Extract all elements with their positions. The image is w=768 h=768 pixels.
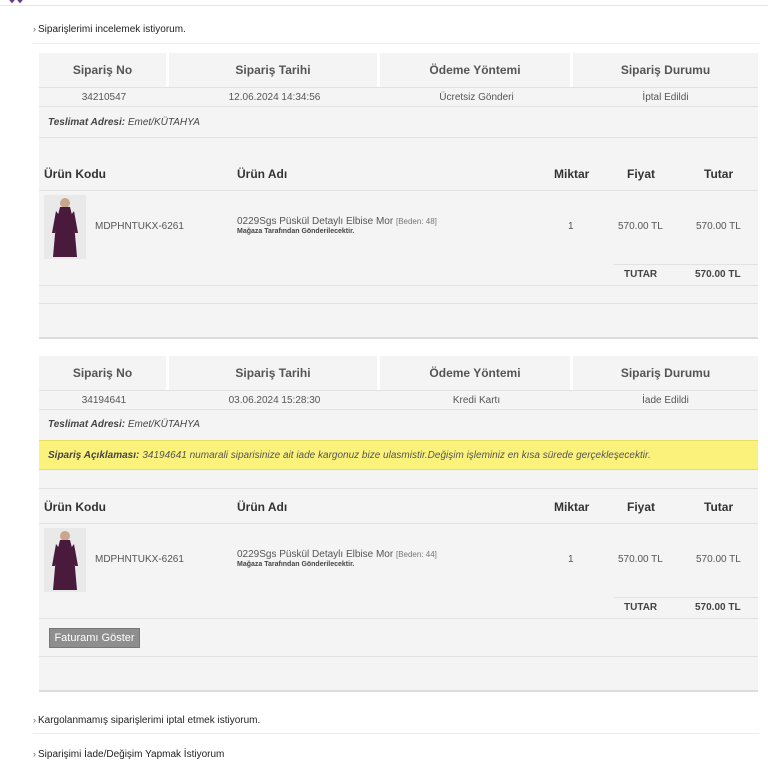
divider <box>39 303 758 304</box>
product-name-header: Ürün Adı <box>237 500 288 514</box>
divider <box>614 264 758 265</box>
order-no-header: Sipariş No <box>39 356 169 390</box>
faq-cancel-unshipped[interactable]: › Kargolanmamış siparişlerimi iptal etmek… <box>33 715 260 726</box>
order-values-row: 34210547 12.06.2024 14:34:56 Ücretsiz Gö… <box>39 87 758 107</box>
note-label: Sipariş Açıklaması: <box>48 449 140 461</box>
order-no-header: Sipariş No <box>39 53 169 87</box>
faq-view-orders[interactable]: › Siparişlerimi incelemek istiyorum. <box>33 24 186 35</box>
address-label: Teslimat Adresi: <box>48 419 126 430</box>
product-code: MDPHNTUKX-6261 <box>95 221 184 232</box>
product-price: 570.00 TL <box>618 221 663 232</box>
payment-header: Ödeme Yöntemi <box>380 356 573 390</box>
product-qty: 1 <box>568 221 574 232</box>
order-no: 34210547 <box>81 91 127 103</box>
payment-header: Ödeme Yöntemi <box>380 53 573 87</box>
faq-label: Siparişimi İade/Değişim Yapmak İstiyorum <box>38 749 225 760</box>
divider <box>39 523 758 524</box>
divider <box>614 597 758 598</box>
faq-label: Kargolanmamış siparişlerimi iptal etmek … <box>38 715 261 726</box>
total-header: Tutar <box>704 167 734 181</box>
status-header: Sipariş Durumu <box>620 63 711 77</box>
brand-logo-icon[interactable] <box>4 0 28 4</box>
grand-total: 570.00 TL <box>695 602 741 613</box>
product-total: 570.00 TL <box>696 554 741 565</box>
dress-product-image[interactable] <box>44 528 86 592</box>
note-text: 34194641 numarali siparisinize ait iade … <box>142 449 651 461</box>
shipping-note: Mağaza Tarafından Gönderilecektir. <box>237 228 355 235</box>
price-header: Fiyat <box>627 167 656 181</box>
order-note: Sipariş Açıklaması: 34194641 numarali sip… <box>39 440 758 470</box>
total-header: Tutar <box>704 500 734 514</box>
payment-method: Ücretsiz Gönderi <box>439 91 514 103</box>
order-card: Sipariş No Sipariş Tarihi Ödeme Yöntemi … <box>39 356 758 692</box>
order-header-row: Sipariş No Sipariş Tarihi Ödeme Yöntemi … <box>39 53 758 87</box>
show-invoice-button[interactable]: Faturamı Göster <box>49 628 140 648</box>
divider <box>39 618 758 619</box>
order-date-header: Sipariş Tarihi <box>169 356 380 390</box>
product-price: 570.00 TL <box>618 554 663 565</box>
faq-label: Siparişlerimi incelemek istiyorum. <box>38 24 186 35</box>
divider <box>39 656 758 657</box>
qty-header: Miktar <box>554 500 590 514</box>
order-date: 03.06.2024 15:28:30 <box>228 394 321 406</box>
address-label: Teslimat Adresi: <box>48 117 126 128</box>
qty-header: Miktar <box>554 167 590 181</box>
product-title: 0229Sgs Püskül Detaylı Elbise Mor <box>237 216 394 227</box>
order-date-header: Sipariş Tarihi <box>169 53 380 87</box>
delivery-address: Teslimat Adresi: Emet/KÜTAHYA <box>48 117 200 128</box>
total-label: TUTAR <box>624 602 658 613</box>
delivery-address: Teslimat Adresi: Emet/KÜTAHYA <box>48 419 200 430</box>
chevron-right-icon: › <box>33 749 36 759</box>
product-code: MDPHNTUKX-6261 <box>95 554 184 565</box>
product-name-header: Ürün Adı <box>237 167 288 181</box>
faq-return-exchange[interactable]: › Siparişimi İade/Değişim Yapmak İstiyoru… <box>33 749 224 760</box>
product-qty: 1 <box>568 554 574 565</box>
order-status: İade Edildi <box>642 394 689 406</box>
product-total: 570.00 TL <box>696 221 741 232</box>
order-bottom-border <box>39 690 758 692</box>
divider <box>39 488 758 489</box>
order-no: 34194641 <box>81 394 127 406</box>
dress-product-image[interactable] <box>44 195 86 259</box>
order-status: İptal Edildi <box>642 91 689 103</box>
total-label: TUTAR <box>624 269 658 280</box>
address-value: Emet/KÜTAHYA <box>127 117 200 128</box>
order-date: 12.06.2024 14:34:56 <box>228 91 321 103</box>
product-name[interactable]: 0229Sgs Püskül Detaylı Elbise Mor [Beden… <box>237 549 437 569</box>
grand-total: 570.00 TL <box>695 269 741 280</box>
order-bottom-border <box>39 337 758 339</box>
product-size: [Beden: 48] <box>395 217 437 226</box>
product-size: [Beden: 44] <box>395 550 437 559</box>
top-divider <box>0 5 768 6</box>
price-header: Fiyat <box>627 500 656 514</box>
order-card: Sipariş No Sipariş Tarihi Ödeme Yöntemi … <box>39 53 758 339</box>
status-header: Sipariş Durumu <box>620 366 711 380</box>
address-value: Emet/KÜTAHYA <box>127 419 200 430</box>
chevron-right-icon: › <box>33 715 36 725</box>
order-values-row: 34194641 03.06.2024 15:28:30 Kredi Kartı… <box>39 390 758 410</box>
shipping-note: Mağaza Tarafından Gönderilecektir. <box>237 561 355 568</box>
product-name[interactable]: 0229Sgs Püskül Detaylı Elbise Mor [Beden… <box>237 216 437 236</box>
divider <box>39 285 758 286</box>
faq-divider <box>33 43 759 44</box>
divider <box>39 190 758 191</box>
payment-method: Kredi Kartı <box>452 394 501 406</box>
chevron-right-icon: › <box>33 24 36 34</box>
product-code-header: Ürün Kodu <box>44 167 106 181</box>
product-code-header: Ürün Kodu <box>44 500 106 514</box>
faq-divider <box>33 733 759 734</box>
order-header-row: Sipariş No Sipariş Tarihi Ödeme Yöntemi … <box>39 356 758 390</box>
product-title: 0229Sgs Püskül Detaylı Elbise Mor <box>237 549 394 560</box>
divider <box>39 137 758 138</box>
